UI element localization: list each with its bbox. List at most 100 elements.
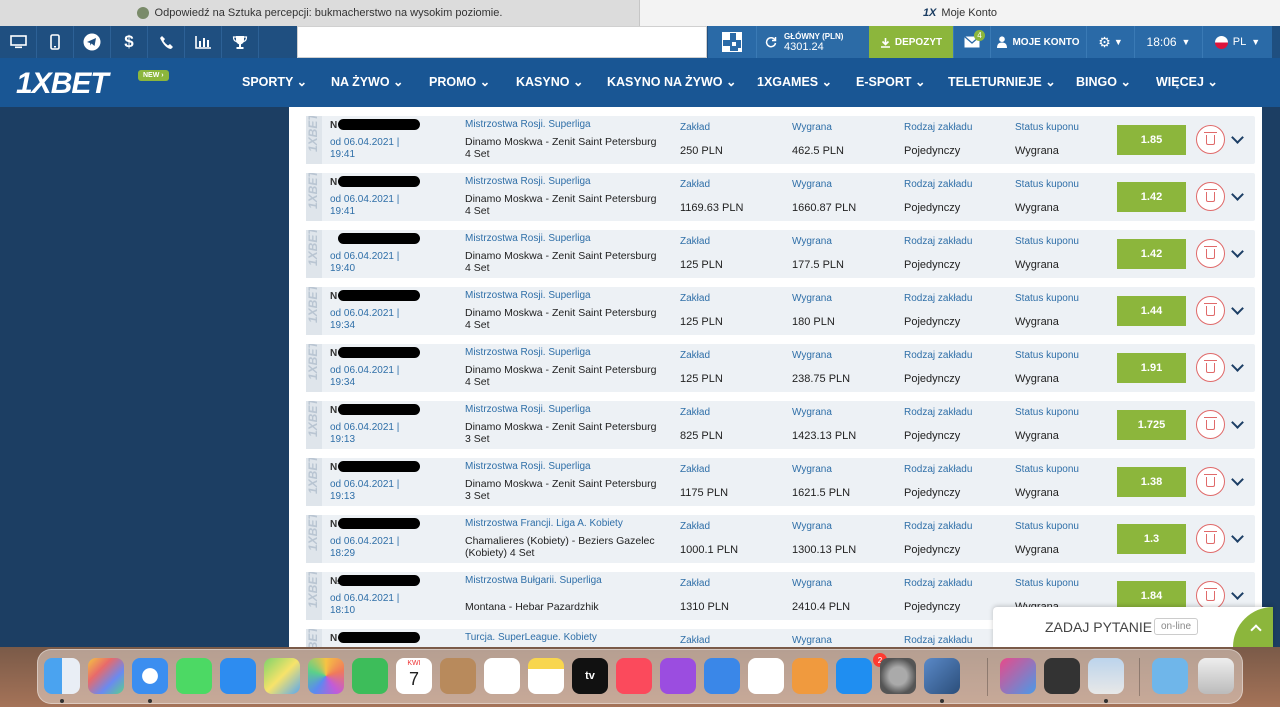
odds-button[interactable]: 1.42 (1117, 239, 1186, 269)
phone-icon[interactable] (148, 26, 185, 58)
chevron-down-icon[interactable] (1231, 188, 1244, 201)
maps-icon[interactable] (264, 658, 300, 694)
contacts-icon[interactable] (440, 658, 476, 694)
app-store-icon[interactable] (836, 658, 872, 694)
chevron-down-icon[interactable] (1231, 359, 1244, 372)
time-display[interactable]: 18:06 ▼ (1134, 26, 1202, 58)
image-capture-icon[interactable] (1088, 658, 1124, 694)
bet-league[interactable]: Turcja. SuperLeague. Kobiety (465, 632, 597, 643)
chat-expand-button[interactable] (1233, 607, 1273, 647)
bet-row[interactable]: 1XBET Nod 06.04.2021 | 19:41 Mistrzostwa Ro… (306, 116, 1255, 164)
nav-item-wiecej[interactable]: WIĘCEJ ⌄ (1156, 74, 1218, 89)
chevron-down-icon[interactable] (1231, 131, 1244, 144)
delete-button[interactable] (1196, 467, 1225, 496)
delete-button[interactable] (1196, 581, 1225, 610)
chevron-down-icon[interactable] (1231, 245, 1244, 258)
delete-button[interactable] (1196, 239, 1225, 268)
messages-icon[interactable] (176, 658, 212, 694)
system-preferences-icon[interactable] (880, 658, 916, 694)
nav-item-kasyno-na-zywo[interactable]: KASYNO NA ŻYWO ⌄ (607, 74, 736, 89)
bet-row[interactable]: 1XBET Nod 06.04.2021 | 19:34 Mistrzostwa Ro… (306, 287, 1255, 335)
quicktime-icon[interactable] (1044, 658, 1080, 694)
odds-button[interactable]: 1.44 (1117, 296, 1186, 326)
delete-button[interactable] (1196, 296, 1225, 325)
bet-league[interactable]: Mistrzostwa Rosji. Superliga (465, 290, 591, 301)
nav-item-1xgames[interactable]: 1XGAMES ⌄ (757, 74, 832, 89)
bet-row[interactable]: 1XBET Nod 06.04.2021 | 18:29 Mistrzostwa Fr… (306, 515, 1255, 563)
my-account-button[interactable]: MOJE KONTO (990, 26, 1086, 58)
odds-button[interactable]: 1.38 (1117, 467, 1186, 497)
keynote-icon[interactable] (704, 658, 740, 694)
numbers-icon[interactable] (748, 658, 784, 694)
reminders-icon[interactable] (484, 658, 520, 694)
preview-icon[interactable] (924, 658, 960, 694)
chevron-down-icon[interactable] (1231, 302, 1244, 315)
chat-widget[interactable]: ZADAJ PYTANIE on-line (993, 607, 1273, 647)
balance-button[interactable]: GŁÓWNY (PLN) 4301.24 (756, 26, 869, 58)
nav-item-teleturnieje[interactable]: TELETURNIEJE ⌄ (948, 74, 1056, 89)
chevron-down-icon[interactable] (1231, 530, 1244, 543)
notes-icon[interactable] (528, 658, 564, 694)
deposit-button[interactable]: DEPOZYT (869, 26, 953, 58)
launchpad-icon[interactable] (88, 658, 124, 694)
messages-button[interactable]: 4 (953, 26, 990, 58)
photos-icon[interactable] (308, 658, 344, 694)
delete-button[interactable] (1196, 353, 1225, 382)
safari-icon[interactable] (132, 658, 168, 694)
bet-row[interactable]: 1XBET Nod 06.04.2021 | 19:34 Mistrzostwa Ro… (306, 344, 1255, 392)
delete-button[interactable] (1196, 524, 1225, 553)
nav-item-bingo[interactable]: BINGO ⌄ (1076, 74, 1131, 89)
odds-button[interactable]: 1.3 (1117, 524, 1186, 554)
nav-item-promo[interactable]: PROMO ⌄ (429, 74, 490, 89)
bet-league[interactable]: Mistrzostwa Francji. Liga A. Kobiety (465, 518, 623, 529)
settings-button[interactable]: ⚙ ▼ (1086, 26, 1134, 58)
calendar-icon[interactable]: KWI 7 (396, 658, 432, 694)
desktop-icon[interactable] (0, 26, 37, 58)
nav-item-sporty[interactable]: SPORTY ⌄ (242, 74, 307, 89)
downloads-folder-icon[interactable] (1152, 658, 1188, 694)
podcasts-icon[interactable] (660, 658, 696, 694)
delete-button[interactable] (1196, 182, 1225, 211)
bet-league[interactable]: Mistrzostwa Rosji. Superliga (465, 461, 591, 472)
chevron-down-icon[interactable] (1231, 473, 1244, 486)
bet-league[interactable]: Mistrzostwa Rosji. Superliga (465, 404, 591, 415)
bet-row[interactable]: 1XBET Nod 06.04.2021 | 19:13 Mistrzostwa Ro… (306, 401, 1255, 449)
chevron-down-icon[interactable] (1231, 587, 1244, 600)
1xbet-logo[interactable]: 1XBET (16, 67, 109, 101)
chevron-down-icon[interactable] (1231, 416, 1244, 429)
odds-button[interactable]: 1.91 (1117, 353, 1186, 383)
bet-league[interactable]: Mistrzostwa Bułgarii. Superliga (465, 575, 602, 586)
odds-button[interactable]: 1.42 (1117, 182, 1186, 212)
nav-item-na-zywo[interactable]: NA ŻYWO ⌄ (331, 74, 404, 89)
trophy-icon[interactable] (222, 26, 259, 58)
apple-tv-icon[interactable]: tv (572, 658, 608, 694)
mail-icon[interactable] (220, 658, 256, 694)
nav-item-kasyno[interactable]: KASYNO ⌄ (516, 74, 583, 89)
stats-icon[interactable] (185, 26, 222, 58)
bet-row[interactable]: 1XBET Nod 06.04.2021 | 19:41 Mistrzostwa Ro… (306, 173, 1255, 221)
qr-code-icon[interactable] (708, 26, 756, 58)
language-select[interactable]: PL ▼ (1202, 26, 1272, 58)
delete-button[interactable] (1196, 410, 1225, 439)
mobile-icon[interactable] (37, 26, 74, 58)
odds-button[interactable]: 1.725 (1117, 410, 1186, 440)
color-picker-icon[interactable] (1000, 658, 1036, 694)
music-icon[interactable] (616, 658, 652, 694)
bet-row[interactable]: 1XBET od 06.04.2021 | 19:40 Mistrzostwa Ros… (306, 230, 1255, 278)
odds-button[interactable]: 1.85 (1117, 125, 1186, 155)
nav-item-e-sport[interactable]: E-SPORT ⌄ (856, 74, 926, 89)
browser-tab-forum[interactable]: Odpowiedź na Sztuka percepcji: bukmacher… (0, 0, 640, 26)
bet-league[interactable]: Mistrzostwa Rosji. Superliga (465, 347, 591, 358)
refresh-icon[interactable] (765, 36, 777, 48)
facetime-icon[interactable] (352, 658, 388, 694)
bet-league[interactable]: Mistrzostwa Rosji. Superliga (465, 176, 591, 187)
bet-league[interactable]: Mistrzostwa Rosji. Superliga (465, 119, 591, 130)
pages-icon[interactable] (792, 658, 828, 694)
dollar-icon[interactable]: $ (111, 26, 148, 58)
trash-icon[interactable] (1198, 658, 1234, 694)
browser-tab-account[interactable]: 1X Moje Konto (640, 0, 1280, 26)
delete-button[interactable] (1196, 125, 1225, 154)
bet-league[interactable]: Mistrzostwa Rosji. Superliga (465, 233, 591, 244)
telegram-icon[interactable] (74, 26, 111, 58)
bet-row[interactable]: 1XBET Nod 06.04.2021 | 19:13 Mistrzostwa Ro… (306, 458, 1255, 506)
